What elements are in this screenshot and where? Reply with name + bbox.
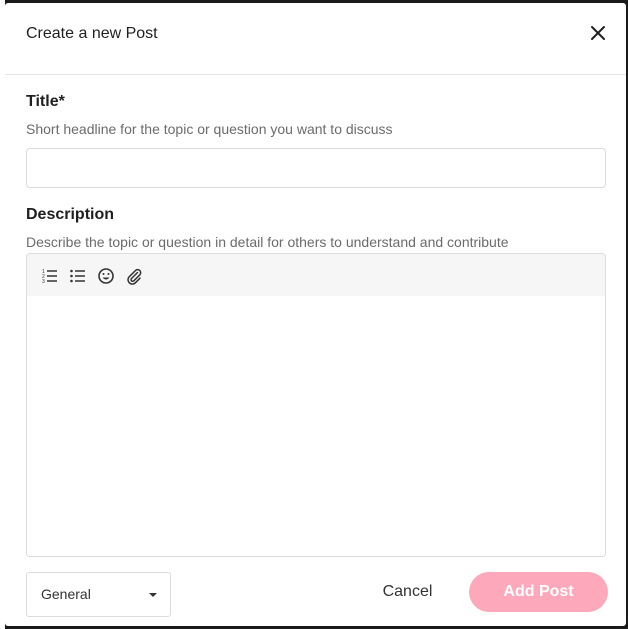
description-textarea[interactable] [27, 296, 605, 556]
modal-title: Create a new Post [26, 25, 158, 42]
description-help-text: Describe the topic or question in detail… [26, 234, 509, 250]
ordered-list-button[interactable]: 1 2 3 [41, 267, 59, 285]
title-input[interactable] [26, 148, 606, 188]
attachment-button[interactable] [125, 267, 143, 285]
attachment-icon [127, 268, 142, 285]
editor-toolbar: 1 2 3 [27, 254, 605, 296]
description-editor: 1 2 3 [26, 253, 606, 557]
emoji-icon [98, 268, 114, 284]
close-icon [591, 26, 605, 40]
svg-text:3: 3 [42, 279, 45, 285]
ordered-list-icon: 1 2 3 [42, 269, 57, 285]
add-post-button[interactable]: Add Post [469, 572, 608, 612]
description-label: Description [26, 206, 115, 223]
category-value: General [41, 586, 91, 602]
title-label: Title* [26, 93, 65, 110]
title-help-text: Short headline for the topic or question… [26, 121, 393, 137]
bulleted-list-button[interactable] [69, 267, 87, 285]
create-post-modal: Create a new Post Title* Short headline … [5, 3, 626, 626]
category-select[interactable]: General [26, 572, 171, 617]
emoji-button[interactable] [97, 267, 115, 285]
modal-header: Create a new Post [5, 3, 626, 75]
caret-down-icon [149, 593, 157, 597]
bulleted-list-icon [70, 269, 85, 283]
close-button[interactable] [586, 21, 610, 45]
cancel-button[interactable]: Cancel [365, 572, 450, 612]
